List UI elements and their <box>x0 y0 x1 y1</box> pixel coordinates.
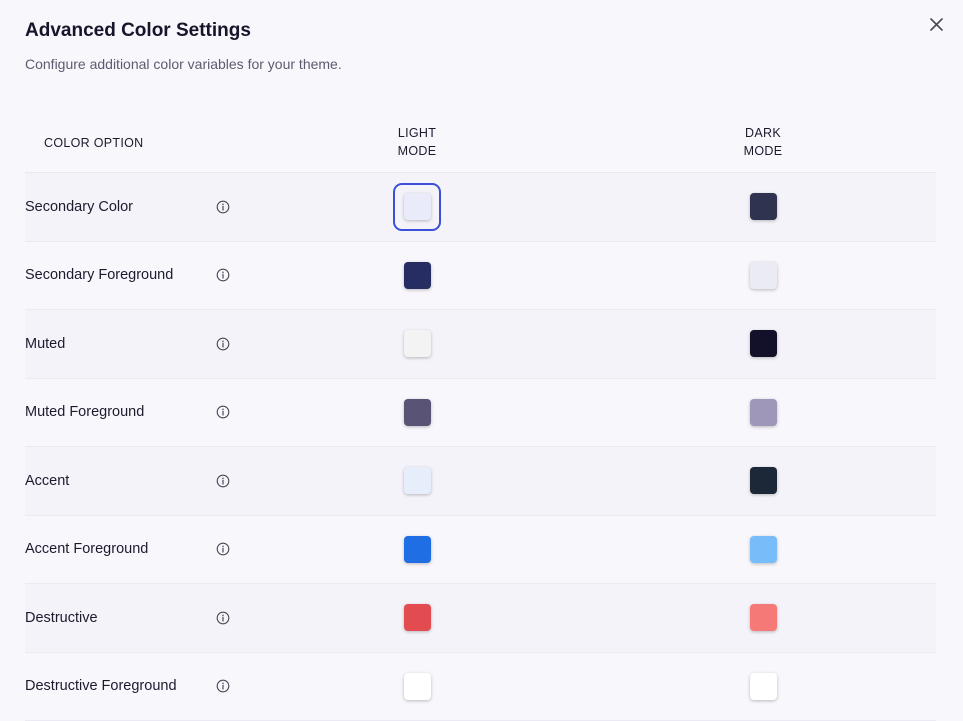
dark-color-swatch <box>750 536 777 563</box>
dark-color-swatch <box>750 262 777 289</box>
dark-color-swatch <box>750 399 777 426</box>
light-color-swatch <box>404 673 431 700</box>
info-icon[interactable] <box>216 611 230 625</box>
header-dark-line2: MODE <box>733 142 793 160</box>
header-light-mode: LIGHT MODE <box>387 124 447 160</box>
table-row: Accent Foreground <box>25 516 936 585</box>
header-light-line2: MODE <box>387 142 447 160</box>
dark-mode-color-picker[interactable] <box>739 388 787 436</box>
light-mode-color-picker[interactable] <box>393 388 441 436</box>
light-color-swatch <box>404 604 431 631</box>
table-row: Secondary Foreground <box>25 242 936 311</box>
light-color-swatch <box>404 399 431 426</box>
header-dark-line1: DARK <box>733 124 793 142</box>
light-color-swatch <box>404 467 431 494</box>
table-row: Muted Foreground <box>25 379 936 448</box>
dark-mode-color-picker[interactable] <box>739 594 787 642</box>
info-icon[interactable] <box>216 474 230 488</box>
table-row: Destructive Foreground <box>25 653 936 721</box>
light-mode-color-picker[interactable] <box>393 525 441 573</box>
header-light-line1: LIGHT <box>387 124 447 142</box>
info-icon[interactable] <box>216 679 230 693</box>
dark-color-swatch <box>750 604 777 631</box>
table-body: Secondary Color Secondary Foreground Muted… <box>25 173 936 721</box>
light-color-swatch <box>404 193 431 220</box>
color-option-label: Accent <box>25 473 69 489</box>
dark-color-swatch <box>750 467 777 494</box>
info-icon[interactable] <box>216 268 230 282</box>
light-mode-color-picker[interactable] <box>393 183 441 231</box>
info-icon[interactable] <box>216 405 230 419</box>
light-color-swatch <box>404 330 431 357</box>
dark-mode-color-picker[interactable] <box>739 525 787 573</box>
dark-mode-color-picker[interactable] <box>739 251 787 299</box>
dialog-subtitle: Configure additional color variables for… <box>25 56 342 72</box>
header-dark-mode: DARK MODE <box>733 124 793 160</box>
table-row: Muted <box>25 310 936 379</box>
light-mode-color-picker[interactable] <box>393 251 441 299</box>
info-icon[interactable] <box>216 337 230 351</box>
dialog-title: Advanced Color Settings <box>25 20 251 42</box>
color-option-label: Destructive <box>25 610 98 626</box>
dark-color-swatch <box>750 193 777 220</box>
light-color-swatch <box>404 536 431 563</box>
light-mode-color-picker[interactable] <box>393 320 441 368</box>
dark-mode-color-picker[interactable] <box>739 457 787 505</box>
header-color-option: COLOR OPTION <box>44 134 143 152</box>
advanced-color-settings-dialog: Advanced Color Settings Configure additi… <box>0 0 963 712</box>
color-option-label: Muted <box>25 336 65 352</box>
dark-mode-color-picker[interactable] <box>739 662 787 710</box>
color-option-label: Destructive Foreground <box>25 678 177 694</box>
color-options-table: COLOR OPTION LIGHT MODE DARK MODE Second… <box>25 112 936 721</box>
light-mode-color-picker[interactable] <box>393 662 441 710</box>
info-icon[interactable] <box>216 200 230 214</box>
color-option-label: Muted Foreground <box>25 404 144 420</box>
dark-color-swatch <box>750 330 777 357</box>
table-row: Secondary Color <box>25 173 936 242</box>
table-row: Accent <box>25 447 936 516</box>
table-header: COLOR OPTION LIGHT MODE DARK MODE <box>25 112 936 173</box>
dark-color-swatch <box>750 673 777 700</box>
close-icon <box>930 18 943 31</box>
color-option-label: Secondary Foreground <box>25 267 173 283</box>
color-option-label: Secondary Color <box>25 199 133 215</box>
light-color-swatch <box>404 262 431 289</box>
color-option-label: Accent Foreground <box>25 541 148 557</box>
light-mode-color-picker[interactable] <box>393 594 441 642</box>
dark-mode-color-picker[interactable] <box>739 320 787 368</box>
info-icon[interactable] <box>216 542 230 556</box>
dark-mode-color-picker[interactable] <box>739 183 787 231</box>
light-mode-color-picker[interactable] <box>393 457 441 505</box>
table-row: Destructive <box>25 584 936 653</box>
close-button[interactable] <box>925 13 947 35</box>
